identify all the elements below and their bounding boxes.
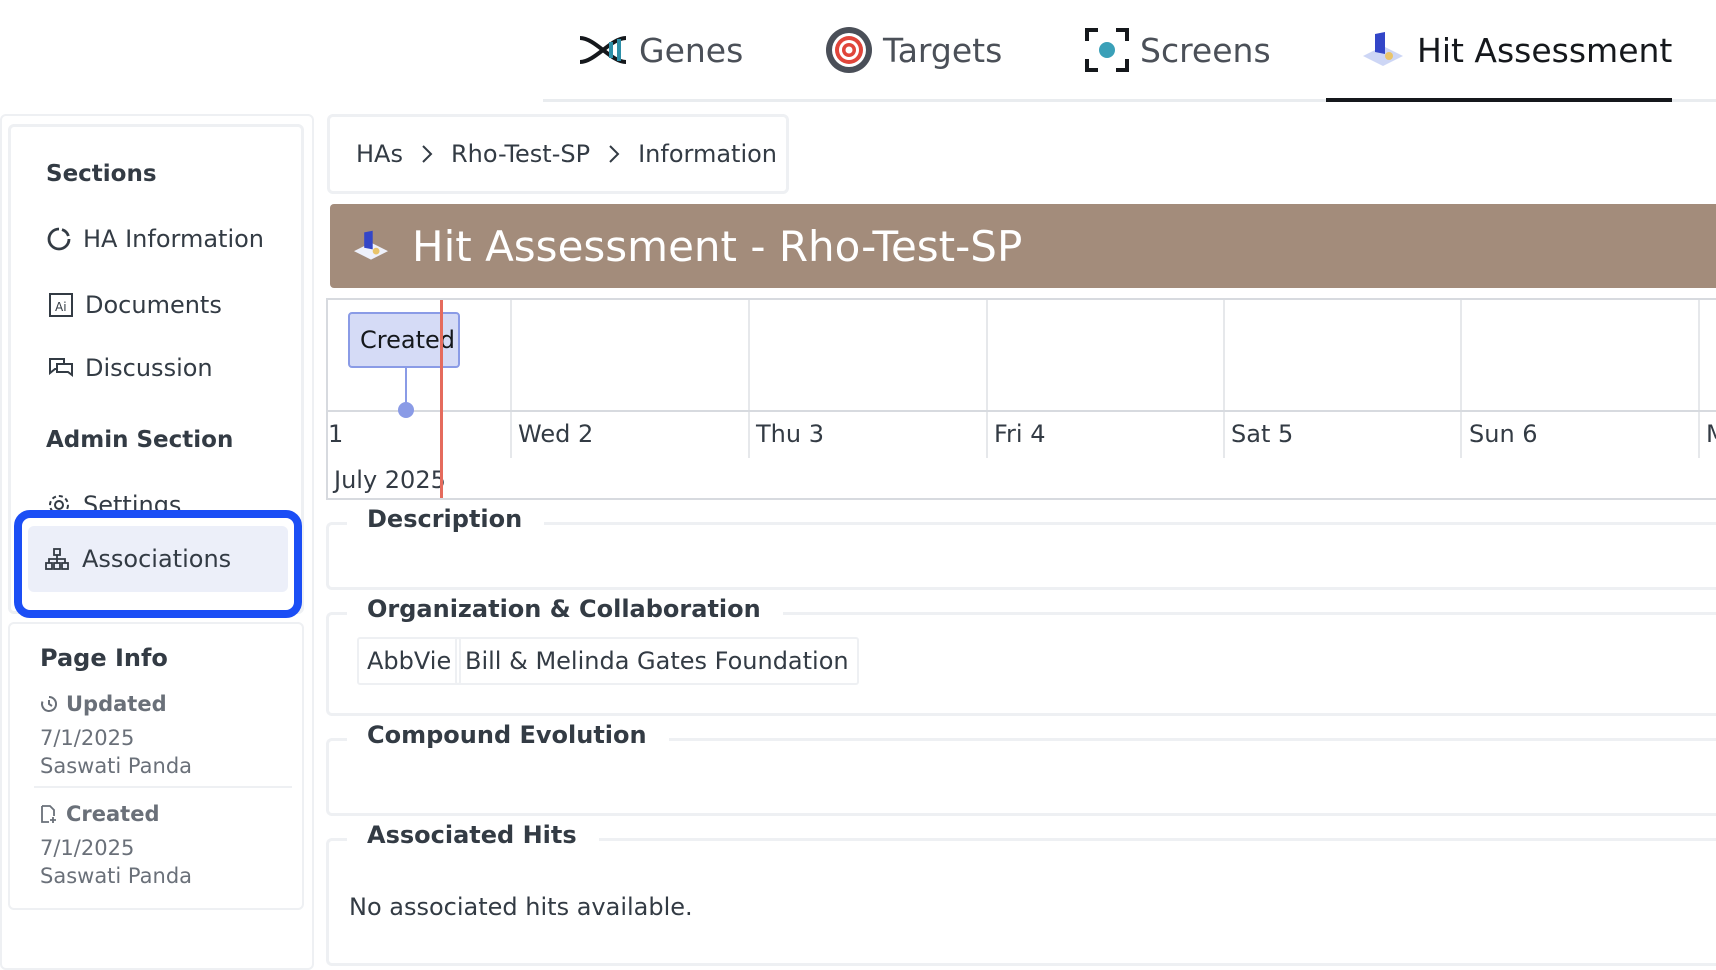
breadcrumb-has[interactable]: HAs: [356, 140, 403, 168]
sidebar-item-discussion[interactable]: Discussion: [47, 354, 213, 382]
associated-hits-section: Associated Hits No associated hits avail…: [326, 821, 1716, 966]
chat-icon: [47, 356, 75, 380]
created-label: Created: [40, 802, 160, 826]
sections-heading: Sections: [46, 161, 157, 187]
description-legend: Description: [347, 505, 545, 533]
org-chip-gates-foundation: Bill & Melinda Gates Foundation: [455, 637, 859, 685]
page-info-divider: [34, 786, 292, 788]
updated-by: Saswati Panda: [40, 754, 193, 778]
top-navigation: Genes Targets Screens Hit Assessment: [543, 0, 1716, 102]
page-info-title: Page Info: [40, 644, 168, 672]
tab-screens-label: Screens: [1140, 30, 1271, 70]
breadcrumb-information: Information: [638, 140, 778, 168]
history-icon: [40, 695, 62, 713]
timeline-current-time-marker: [440, 300, 443, 498]
timeline-day-label: Fri 4: [994, 420, 1046, 448]
compound-evolution-section: Compound Evolution: [326, 721, 1716, 816]
tab-hit-assessment-label: Hit Assessment: [1417, 30, 1673, 70]
timeline-axis: [328, 410, 1716, 412]
page-title: Hit Assessment - Rho-Test-SP: [412, 221, 1023, 271]
compound-evolution-legend: Compound Evolution: [347, 721, 669, 749]
svg-text:Ai: Ai: [55, 300, 67, 314]
timeline-gridline: [1460, 300, 1462, 458]
sidebar-item-label: Discussion: [85, 354, 213, 382]
tab-targets-label: Targets: [883, 30, 1003, 70]
timeline-day-label: Thu 3: [756, 420, 824, 448]
hit-assessment-icon: [1359, 30, 1407, 70]
timeline-day-label: Sun 6: [1469, 420, 1538, 448]
tab-screens[interactable]: Screens: [1084, 0, 1271, 100]
timeline[interactable]: 1 Wed 2 Thu 3 Fri 4 Sat 5 Sun 6 M July 2…: [326, 298, 1716, 500]
organization-section: Organization & Collaboration AbbVie Bill…: [326, 595, 1716, 716]
sidebar-item-label: Documents: [85, 291, 222, 319]
timeline-month-label: July 2025: [334, 466, 446, 494]
associated-hits-empty-message: No associated hits available.: [349, 893, 693, 921]
org-chip-abbvie: AbbVie: [357, 637, 462, 685]
timeline-gridline: [510, 300, 512, 458]
timeline-gridline: [1223, 300, 1225, 458]
page-info-panel: Page Info Updated 7/1/2025 Saswati Panda…: [8, 622, 304, 910]
updated-label-text: Updated: [66, 692, 167, 716]
associated-hits-legend: Associated Hits: [347, 821, 599, 849]
updated-date: 7/1/2025: [40, 726, 135, 750]
circle-icon: [45, 227, 73, 251]
created-date: 7/1/2025: [40, 836, 135, 860]
tab-genes[interactable]: Genes: [577, 0, 743, 100]
sidebar-item-ha-information[interactable]: HA Information: [45, 225, 264, 253]
sidebar-item-documents[interactable]: Ai Documents: [47, 291, 222, 319]
timeline-day-label: Wed 2: [518, 420, 594, 448]
document-ai-icon: Ai: [47, 292, 75, 318]
chevron-right-icon: [421, 144, 433, 164]
hit-assessment-icon: [350, 229, 392, 263]
timeline-event-dot: [398, 402, 414, 418]
tab-targets[interactable]: Targets: [825, 0, 1002, 100]
timeline-gridline: [748, 300, 750, 458]
dna-icon: [577, 33, 629, 67]
tab-genes-label: Genes: [639, 30, 744, 70]
description-section: Description: [326, 505, 1716, 590]
file-plus-icon: [40, 804, 62, 824]
timeline-event-created[interactable]: Created: [348, 312, 460, 368]
timeline-gridline: [1698, 300, 1700, 458]
admin-section-heading: Admin Section: [46, 427, 234, 453]
sidebar-item-label: HA Information: [83, 225, 265, 253]
active-tab-indicator: [1326, 98, 1672, 102]
created-label-text: Created: [66, 802, 160, 826]
sitemap-icon: [44, 547, 72, 571]
timeline-day-label: 1: [328, 420, 344, 448]
timeline-day-label: Sat 5: [1231, 420, 1294, 448]
timeline-gridline: [986, 300, 988, 458]
page-header: Hit Assessment - Rho-Test-SP: [330, 204, 1716, 288]
organization-legend: Organization & Collaboration: [347, 595, 783, 623]
breadcrumb: HAs Rho-Test-SP Information: [327, 114, 789, 194]
created-by: Saswati Panda: [40, 864, 193, 888]
updated-label: Updated: [40, 692, 167, 716]
target-icon: [825, 26, 873, 74]
timeline-day-label: M: [1706, 420, 1716, 448]
chevron-right-icon: [608, 144, 620, 164]
timeline-event-stem: [405, 368, 407, 406]
tab-hit-assessment[interactable]: Hit Assessment: [1359, 0, 1672, 100]
sidebar-item-associations[interactable]: Associations: [28, 526, 288, 592]
screen-focus-icon: [1084, 27, 1130, 73]
breadcrumb-rho-test-sp[interactable]: Rho-Test-SP: [451, 140, 590, 168]
sidebar-item-label: Associations: [82, 545, 232, 573]
